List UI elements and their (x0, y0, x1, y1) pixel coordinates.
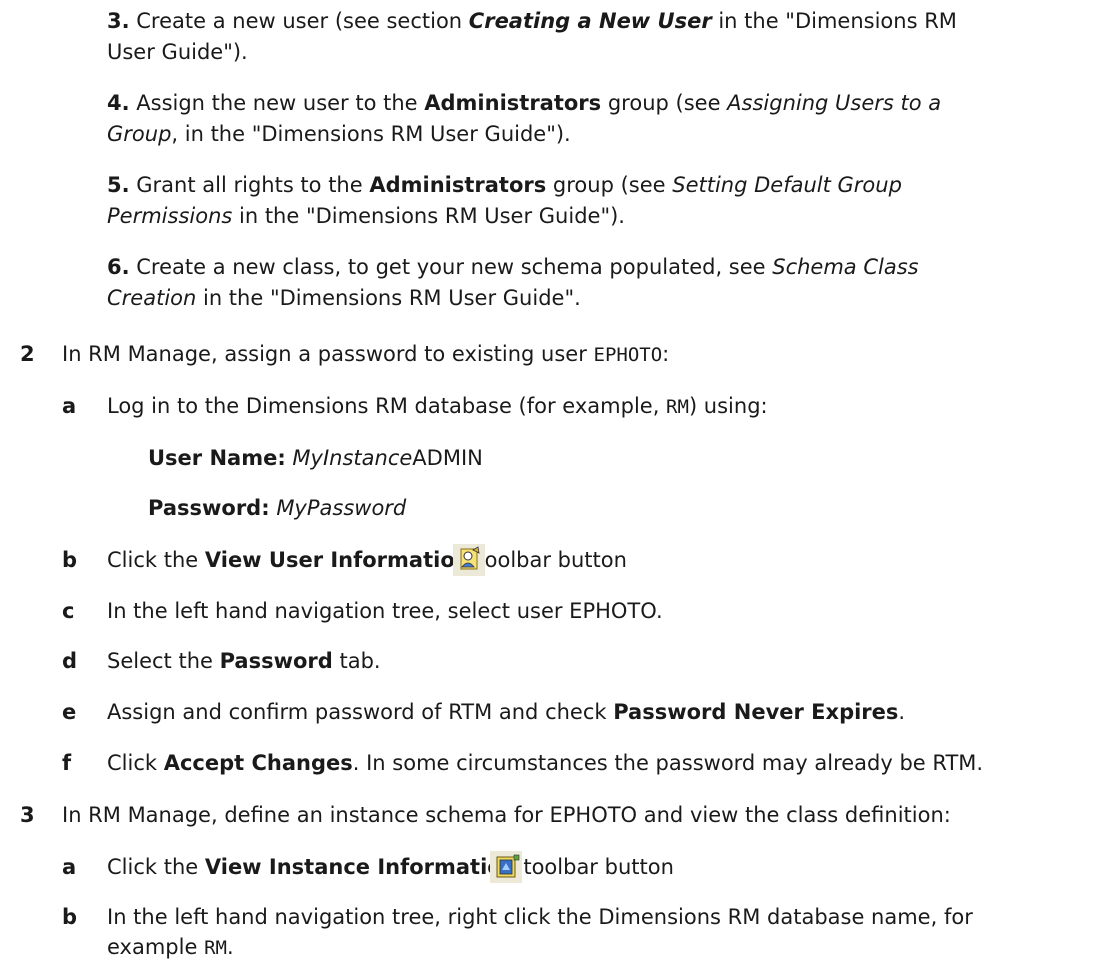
substep-3-line2: User Guide"). (107, 40, 248, 64)
substep-4-line1: 4. Assign the new user to the Administra… (107, 91, 942, 115)
substep-6-line2: Creation in the "Dimensions RM User Guid… (107, 286, 581, 310)
step-3a-letter: a (62, 855, 77, 879)
password-line: Password: MyPassword (148, 496, 407, 520)
step-3-text: In RM Manage, define an instance schema … (62, 803, 951, 827)
substep-4-line2: Group, in the "Dimensions RM User Guide"… (107, 122, 571, 146)
view-user-information-icon (453, 544, 485, 576)
step-2f-letter: f (62, 751, 72, 775)
step-2e-text: Assign and confirm password of RTM and c… (107, 700, 906, 724)
step-3b-line2: example RM. (107, 935, 234, 959)
step-2b-letter: b (62, 548, 78, 572)
substep-5-line1: 5. Grant all rights to the Administrator… (107, 173, 902, 197)
step-2c-text: In the left hand navigation tree, select… (107, 599, 663, 623)
step-2a-letter: a (62, 394, 77, 418)
user-name-line: User Name: MyInstanceADMIN (148, 446, 483, 470)
step-2b-text: Click the View User Information toolbar … (107, 548, 627, 572)
substep-3-line1: 3. Create a new user (see section Creati… (107, 9, 957, 33)
step-2a-text: Log in to the Dimensions RM database (fo… (107, 394, 768, 418)
step-2d-text: Select the Password tab. (107, 649, 381, 673)
step-2d-letter: d (62, 649, 78, 673)
step-2-text: In RM Manage, assign a password to exist… (62, 342, 670, 366)
step-2c-letter: c (62, 599, 75, 623)
step-2e-letter: e (62, 700, 77, 724)
view-instance-information-icon (490, 851, 522, 883)
substep-6-line1: 6. Create a new class, to get your new s… (107, 255, 919, 279)
step-3b-letter: b (62, 905, 78, 929)
step-2-number: 2 (20, 342, 35, 366)
document-page: 3. Create a new user (see section Creati… (0, 0, 1114, 965)
step-3-number: 3 (20, 803, 35, 827)
step-2f-text: Click Accept Changes. In some circumstan… (107, 751, 984, 775)
substep-5-line2: Permissions in the "Dimensions RM User G… (107, 204, 625, 228)
step-3a-text: Click the View Instance Information tool… (107, 855, 674, 879)
step-3b-line1: In the left hand navigation tree, right … (107, 905, 973, 929)
